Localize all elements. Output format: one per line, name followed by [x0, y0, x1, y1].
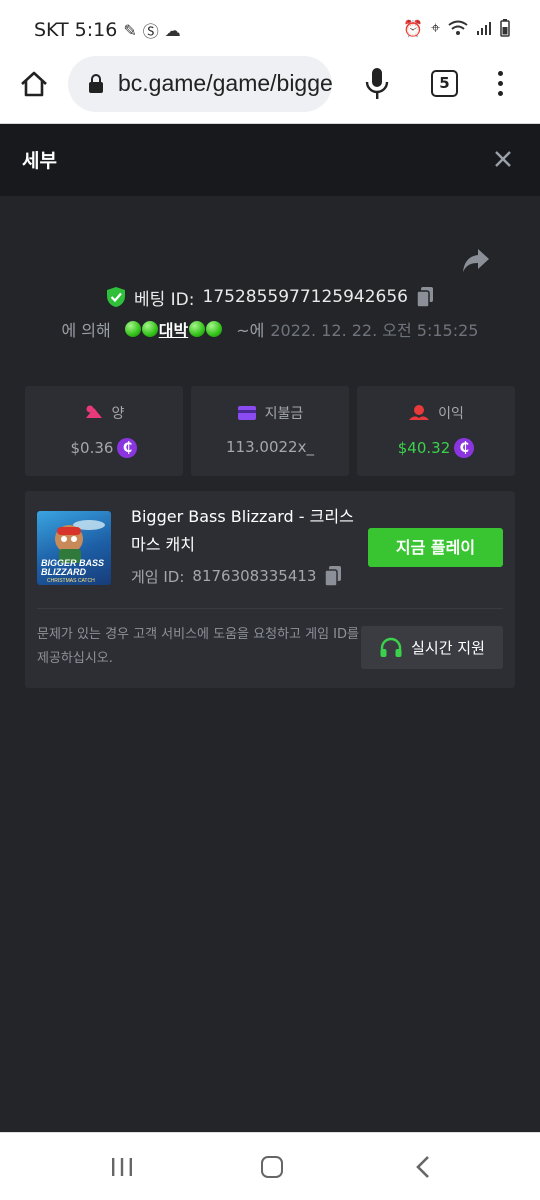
dialog-title: 세부 [22, 150, 57, 172]
browser-toolbar: bc.game/game/bigger-bass-blizzard 5 [0, 46, 540, 124]
notification-icon: ✎ [123, 20, 137, 40]
green-ball-icon [141, 321, 158, 337]
cloud-icon: ☁ [164, 20, 181, 40]
stat-payout-value-row: 113.0022x_ [191, 438, 349, 456]
close-icon[interactable] [492, 148, 514, 170]
at-label: ~에 [236, 321, 265, 340]
stat-amount: 양 $0.36 ₵ [25, 386, 183, 476]
home-nav-icon[interactable] [261, 1156, 283, 1178]
time: 5:16 [74, 19, 118, 41]
recent-apps-icon[interactable] [110, 1157, 134, 1177]
stat-payout-label: 지불금 [264, 406, 304, 422]
stat-amount-value: $0.36 [70, 439, 114, 457]
status-right: ⏰ ⌖ [403, 18, 510, 38]
stat-payout: 지불금 113.0022x_ [191, 386, 349, 476]
profit-icon [409, 405, 430, 420]
dialog-header: 세부 [0, 124, 540, 196]
status-bar: SKT 5:16 ✎ Ⓢ ☁ ⏰ ⌖ [0, 0, 540, 46]
card-icon [237, 406, 256, 420]
bettor-row: 에 의해 대박 ~에 2022. 12. 22. 오전 5:15:25 [0, 316, 540, 342]
game-id-row: 게임 ID: 8176308335413 [131, 565, 342, 587]
headset-icon [380, 637, 402, 657]
stat-amount-value-row: $0.36 ₵ [25, 438, 183, 458]
bet-id-value: 1752855977125942656 [202, 287, 409, 307]
by-label: 에 의해 [61, 321, 111, 340]
thumb-title-line-2: BLIZZARD [41, 567, 86, 577]
live-support-button[interactable]: 실시간 지원 [361, 626, 503, 669]
game-id-label: 게임 ID: [131, 567, 185, 586]
green-ball-icon [124, 321, 141, 337]
alarm-icon: ⏰ [403, 18, 423, 38]
stat-profit-label: 이익 [438, 406, 464, 422]
copy-icon[interactable] [324, 565, 342, 587]
game-id-value: 8176308335413 [192, 567, 317, 585]
game-thumbnail-art: BIGGER BASS BLIZZARD CHRISTMAS CATCH [41, 520, 105, 584]
live-support-label: 실시간 지원 [411, 639, 485, 657]
bet-amount-icon [85, 405, 102, 418]
home-icon[interactable] [18, 68, 50, 100]
system-navigation-bar [0, 1132, 540, 1200]
game-title[interactable]: Bigger Bass Blizzard - 크리스마스 캐치 [131, 503, 359, 559]
stat-profit-value: $40.32 [397, 439, 451, 457]
green-ball-icon [189, 321, 206, 337]
address-bar[interactable]: bc.game/game/bigger-bass-blizzard [68, 56, 332, 112]
green-ball-icon [206, 321, 223, 337]
bet-datetime: 2022. 12. 22. 오전 5:15:25 [270, 321, 479, 340]
signal-icon [477, 22, 491, 35]
divider [37, 608, 503, 609]
status-left: SKT 5:16 ✎ Ⓢ ☁ [34, 18, 181, 42]
tab-switcher-button[interactable]: 5 [431, 70, 458, 97]
microphone-icon[interactable] [364, 66, 390, 102]
shield-check-icon [106, 287, 125, 307]
more-menu-icon[interactable] [490, 68, 510, 100]
bet-id-row: 베팅 ID: 1752855977125942656 [0, 284, 540, 310]
game-card: BIGGER BASS BLIZZARD CHRISTMAS CATCH Big… [25, 491, 515, 688]
stat-amount-label: 양 [111, 406, 125, 422]
lock-icon [89, 74, 103, 93]
carrier: SKT [34, 19, 69, 41]
game-thumbnail[interactable]: BIGGER BASS BLIZZARD CHRISTMAS CATCH [37, 511, 111, 585]
share-icon[interactable] [462, 247, 490, 273]
username-text: 대박 [158, 321, 189, 340]
battery-icon [500, 19, 510, 37]
url-text: bc.game/game/bigger-bass-blizzard [118, 70, 332, 96]
stat-profit-header: 이익 [357, 403, 515, 423]
play-now-button[interactable]: 지금 플레이 [368, 528, 503, 567]
wifi-icon [448, 20, 468, 35]
bet-id-label: 베팅 ID: [133, 289, 195, 310]
coin-notification-icon: Ⓢ [142, 22, 159, 41]
back-icon[interactable] [414, 1155, 432, 1179]
stat-profit: 이익 $40.32 ₵ [357, 386, 515, 476]
help-text: 문제가 있는 경우 고객 서비스에 도움을 요청하고 게임 ID를 제공하십시오… [37, 627, 359, 666]
thumb-title-line-3: CHRISTMAS CATCH [47, 578, 95, 584]
stat-profit-value-row: $40.32 ₵ [357, 438, 515, 458]
username-link[interactable]: 대박 [124, 317, 223, 341]
stat-amount-header: 양 [25, 403, 183, 423]
coin-icon: ₵ [117, 438, 138, 458]
location-icon: ⌖ [430, 18, 440, 37]
stat-payout-header: 지불금 [191, 403, 349, 423]
coin-icon: ₵ [454, 438, 475, 458]
copy-icon[interactable] [416, 286, 434, 308]
stat-payout-value: 113.0022x_ [226, 438, 314, 456]
